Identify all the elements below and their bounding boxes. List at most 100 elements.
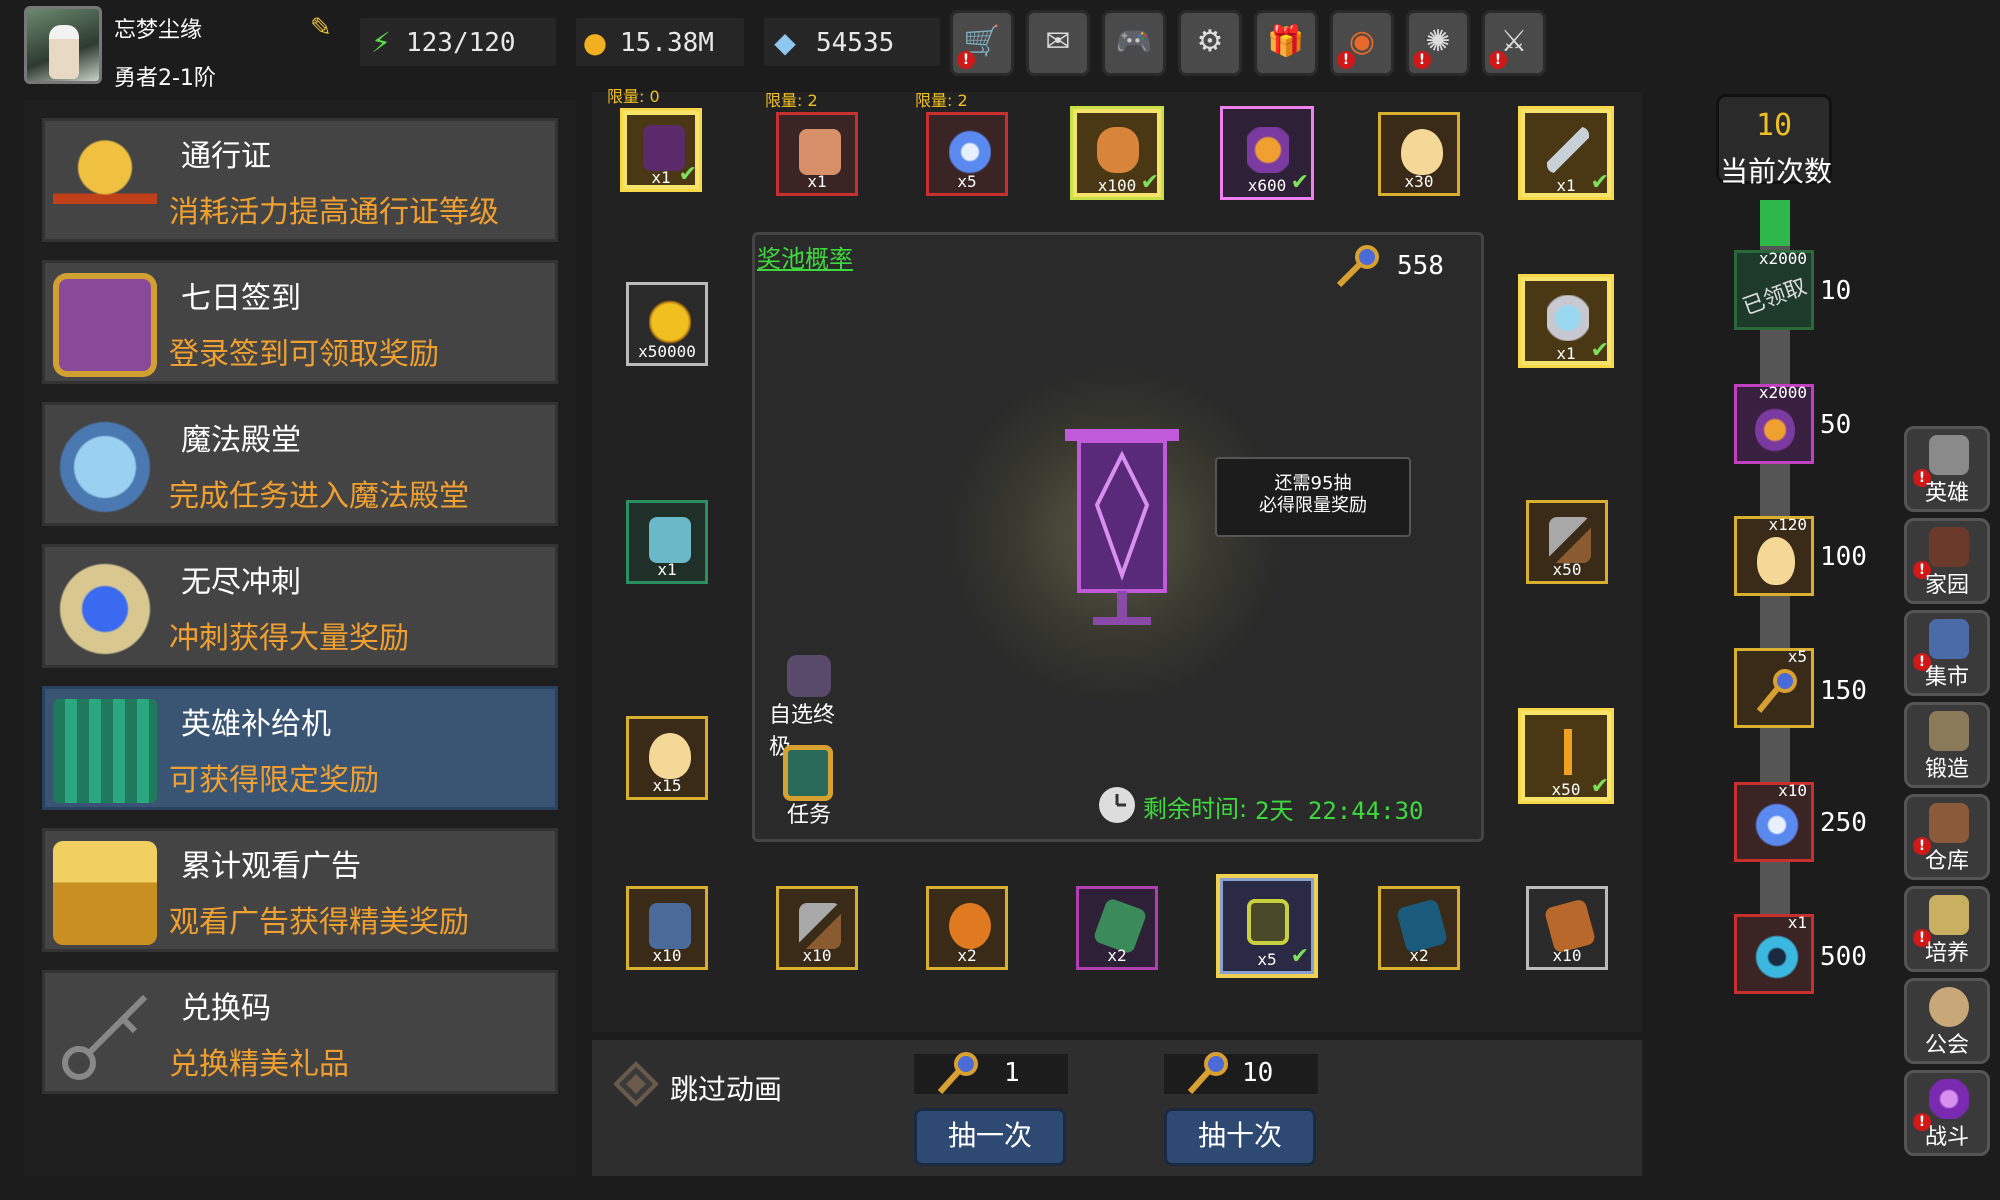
reward-slot[interactable]: x50 ✔ [1518, 708, 1614, 804]
flame-shard-icon [1547, 729, 1589, 775]
draw-key-icon [1333, 245, 1383, 289]
reward-slot[interactable]: 限量: 2 x5 [915, 91, 1008, 196]
draw-ten-button[interactable]: 抽十次 [1164, 1108, 1316, 1166]
ultimate-choice-button[interactable]: 自选终极 [769, 655, 849, 760]
limit-label: 限量: 0 [607, 87, 660, 106]
egg-icon [649, 733, 691, 779]
reward-slot[interactable]: x10 [1526, 886, 1608, 970]
supply-machine-icon [53, 699, 157, 803]
nav-hero[interactable]: ! 英雄 [1904, 426, 1990, 512]
fireworks-button[interactable]: ✺! [1406, 10, 1470, 76]
portal-icon [1929, 1079, 1969, 1119]
gamepad-button[interactable]: 🎮 [1102, 10, 1166, 76]
reward-slot[interactable]: x600 ✔ [1220, 106, 1314, 200]
settings-button[interactable]: ⚙ [1178, 10, 1242, 76]
ore-icon [649, 903, 691, 949]
menu-battle-pass[interactable]: 通行证 消耗活力提高通行证等级 [42, 118, 558, 242]
blue-orb-icon [1755, 935, 1799, 979]
reward-slot[interactable]: x30 [1378, 112, 1460, 196]
settings-gear-icon: ⚙ [1196, 24, 1224, 59]
draw-once-button[interactable]: 抽一次 [914, 1108, 1066, 1166]
alert-badge: ! [1337, 51, 1355, 69]
task-button[interactable]: 任务 [777, 745, 847, 828]
nav-battle[interactable]: ! 战斗 [1904, 1070, 1990, 1156]
milestone-threshold: 50 [1820, 410, 1852, 440]
limited-banner-icon [1065, 429, 1179, 625]
reward-slot[interactable]: 限量: 0 x1 ✔ [607, 87, 702, 192]
menu-title: 兑换码 [181, 991, 271, 1026]
clock-icon [1099, 787, 1135, 823]
reward-slot[interactable]: x10 [626, 886, 708, 970]
chalice-icon [1929, 895, 1969, 935]
nav-warehouse[interactable]: ! 仓库 [1904, 794, 1990, 880]
menu-redeem-code[interactable]: 兑换码 兑换精美礼品 [42, 970, 558, 1094]
nav-train[interactable]: ! 培养 [1904, 886, 1990, 972]
draw-key-icon [937, 1052, 978, 1095]
milestone-threshold: 500 [1820, 942, 1867, 972]
nav-home[interactable]: ! 家园 [1904, 518, 1990, 604]
milestone-threshold: 100 [1820, 542, 1867, 572]
reward-slot[interactable]: x50 [1526, 500, 1608, 584]
reward-slot[interactable]: x2 [926, 886, 1008, 970]
milestone-reward[interactable]: x2000 [1734, 383, 1814, 464]
alert-badge: ! [957, 51, 975, 69]
single-draw-cost: 1 [914, 1052, 1068, 1095]
menu-desc: 观看广告获得精美奖励 [169, 905, 469, 940]
mail-button[interactable]: ✉ [1026, 10, 1090, 76]
edit-name-icon[interactable]: ✎ [310, 14, 338, 42]
star-crystal-icon [949, 129, 991, 175]
reward-slot[interactable]: x2 [1076, 886, 1158, 970]
battle-button[interactable]: ⚔! [1482, 10, 1546, 76]
menu-desc: 完成任务进入魔法殿堂 [169, 479, 469, 514]
menu-watch-ads[interactable]: 累计观看广告 观看广告获得精美奖励 [42, 828, 558, 952]
nav-market[interactable]: ! 集市 [1904, 610, 1990, 696]
reward-slot[interactable]: x1 ✔ [1518, 274, 1614, 368]
mirror-icon [1547, 295, 1589, 341]
check-icon: ✔ [1140, 170, 1159, 195]
menu-magic-hall[interactable]: 魔法殿堂 完成任务进入魔法殿堂 [42, 402, 558, 526]
dagger-icon [1547, 127, 1589, 173]
hammer-icon [1549, 517, 1591, 563]
pool-probability-link[interactable]: 奖池概率 [757, 239, 853, 274]
lucky-wheel-button[interactable]: ◉! [1330, 10, 1394, 76]
menu-endless-sprint[interactable]: 无尽冲刺 冲刺获得大量奖励 [42, 544, 558, 668]
reward-slot[interactable]: x50000 [626, 282, 708, 366]
milestone-reward[interactable]: x120 [1734, 515, 1814, 596]
reward-slot[interactable]: 限量: 2 x1 [765, 91, 858, 196]
milestone-reward[interactable]: x5 [1734, 647, 1814, 728]
nav-guild[interactable]: 公会 [1904, 978, 1990, 1064]
reward-slot[interactable]: x2 [1378, 886, 1460, 970]
check-icon: ✔ [1590, 774, 1609, 799]
gold-value: 15.38M [620, 28, 714, 58]
milestone-reward[interactable]: x2000 已领取 [1734, 249, 1814, 330]
skip-animation-checkbox[interactable] [612, 1060, 660, 1108]
reward-slot[interactable]: x100 ✔ [1070, 106, 1164, 200]
check-icon: ✔ [1590, 170, 1609, 195]
milestone-reward[interactable]: x1 [1734, 913, 1814, 994]
reward-slot[interactable]: x1 [626, 500, 708, 584]
reward-slot[interactable]: x5 ✔ [1220, 878, 1314, 974]
reward-slot[interactable]: x1 ✔ [1518, 106, 1614, 200]
shield-gem-icon [53, 557, 157, 661]
limit-label: 限量: 2 [765, 91, 818, 110]
nav-forge[interactable]: 锻造 [1904, 702, 1990, 788]
gift-button[interactable]: 🎁 [1254, 10, 1318, 76]
check-icon: ✔ [678, 162, 697, 187]
menu-seven-day-signin[interactable]: 七日签到 登录签到可领取奖励 [42, 260, 558, 384]
shop-button[interactable]: 🛒! [950, 10, 1014, 76]
menu-desc: 兑换精美礼品 [169, 1047, 349, 1082]
prize-pool-panel: 奖池概率 558 还需95抽 必得限量奖励 自选终极 任务 剩余时间: 2天 2… [752, 232, 1484, 842]
key-icon [53, 983, 157, 1087]
reward-slot[interactable]: x10 [776, 886, 858, 970]
limit-label: 限量: 2 [915, 91, 968, 110]
alert-badge: ! [1489, 51, 1507, 69]
energy-resource: ⚡ 123/120 [360, 18, 556, 66]
mail-icon: ✉ [1045, 24, 1071, 59]
menu-hero-supply[interactable]: 英雄补给机 可获得限定奖励 [42, 686, 558, 810]
warehouse-icon [1929, 803, 1969, 843]
milestone-reward[interactable]: x10 [1734, 781, 1814, 862]
anvil-icon [1929, 711, 1969, 751]
player-avatar[interactable] [24, 6, 102, 84]
reward-slot[interactable]: x15 [626, 716, 708, 800]
menu-desc: 冲刺获得大量奖励 [169, 621, 409, 656]
